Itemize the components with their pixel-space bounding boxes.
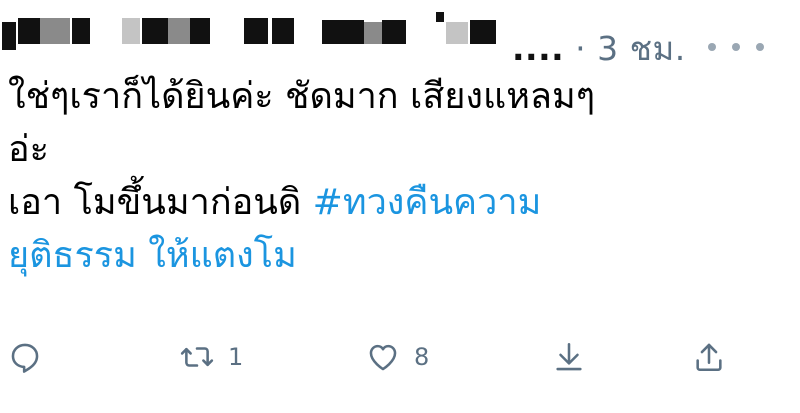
retweet-icon — [180, 347, 214, 367]
share-icon — [696, 343, 722, 372]
more-dots-icon[interactable] — [705, 28, 767, 61]
tweet-actions: 1 8 — [0, 340, 800, 390]
tweet-header: .... · 3 ชม. — [0, 10, 800, 68]
retweet-button[interactable]: 1 — [180, 340, 243, 374]
reply-icon — [11, 343, 39, 373]
tweet-text-line-2: อ่ะ — [8, 129, 49, 170]
author-ellipsis: .... — [512, 29, 565, 68]
meta-separator: · — [575, 29, 587, 68]
tweet-body: ใช่ๆเราก็ได้ยินค่ะ ชัดมาก เสียงแหลมๆ อ่ะ… — [8, 70, 788, 282]
download-icon — [556, 342, 582, 371]
tweet-text-line-1: ใช่ๆเราก็ได้ยินค่ะ ชัดมาก เสียงแหลมๆ — [8, 76, 596, 117]
like-button[interactable]: 8 — [366, 340, 429, 374]
tweet-text-line-3: เอา โมขึ้นมาก่อนดิ #ทวงคืนความ — [8, 176, 788, 229]
share-button[interactable] — [692, 340, 726, 374]
retweet-count: 1 — [228, 343, 244, 371]
hashtag-link[interactable]: #ทวงคืนความ — [313, 182, 542, 223]
reply-button[interactable] — [8, 340, 42, 374]
tweet-meta: .... · 3 ชม. — [512, 22, 686, 75]
tweet-text-plain: เอา โมขึ้นมาก่อนดิ — [8, 182, 313, 223]
hashtag-link-continued[interactable]: ยุติธรรม ให้แตงโม — [8, 235, 297, 276]
heart-icon — [369, 344, 397, 371]
tweet-timestamp[interactable]: 3 ชม. — [597, 29, 686, 68]
tweet-text-line-4: ยุติธรรม ให้แตงโม — [8, 229, 788, 282]
download-button[interactable] — [552, 340, 586, 374]
like-count: 8 — [414, 343, 430, 371]
